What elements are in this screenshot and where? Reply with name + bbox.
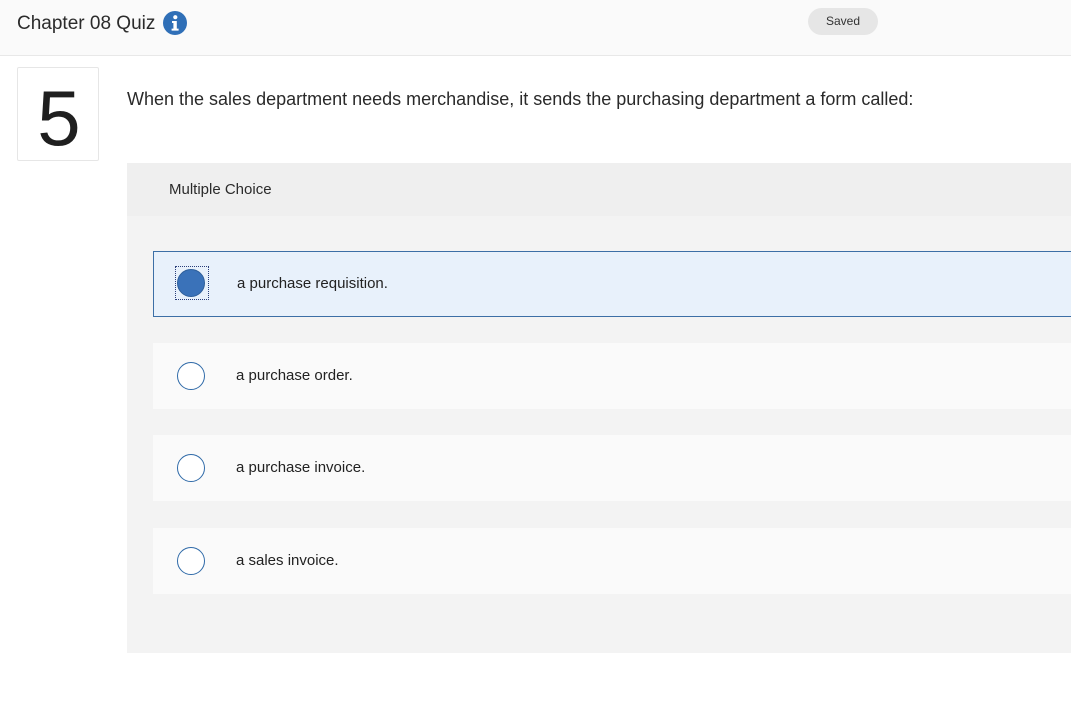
top-bar: Chapter 08 Quiz Saved: [0, 0, 1071, 56]
radio-button[interactable]: [177, 454, 205, 482]
answer-option-purchase-requisition[interactable]: a purchase requisition.: [153, 251, 1071, 317]
quiz-title: Chapter 08 Quiz: [17, 13, 156, 34]
saved-status-badge: Saved: [808, 8, 878, 35]
question-number-box: 5: [17, 67, 99, 161]
answer-option-purchase-invoice[interactable]: a purchase invoice.: [153, 435, 1071, 501]
multiple-choice-header: Multiple Choice: [127, 163, 1071, 216]
question-number: 5: [37, 74, 81, 162]
radio-button-selected[interactable]: [177, 269, 205, 297]
info-icon[interactable]: [163, 11, 187, 35]
radio-button[interactable]: [177, 547, 205, 575]
question-text: When the sales department needs merchand…: [127, 89, 914, 109]
radio-button[interactable]: [177, 362, 205, 390]
answer-option-label: a purchase invoice.: [236, 459, 366, 476]
answer-option-purchase-order[interactable]: a purchase order.: [153, 343, 1071, 409]
answer-option-label: a sales invoice.: [236, 552, 339, 569]
answer-option-label: a purchase order.: [236, 367, 353, 384]
question-type-label: Multiple Choice: [169, 181, 272, 198]
answer-option-sales-invoice[interactable]: a sales invoice.: [153, 528, 1071, 594]
answer-option-label: a purchase requisition.: [237, 275, 388, 292]
